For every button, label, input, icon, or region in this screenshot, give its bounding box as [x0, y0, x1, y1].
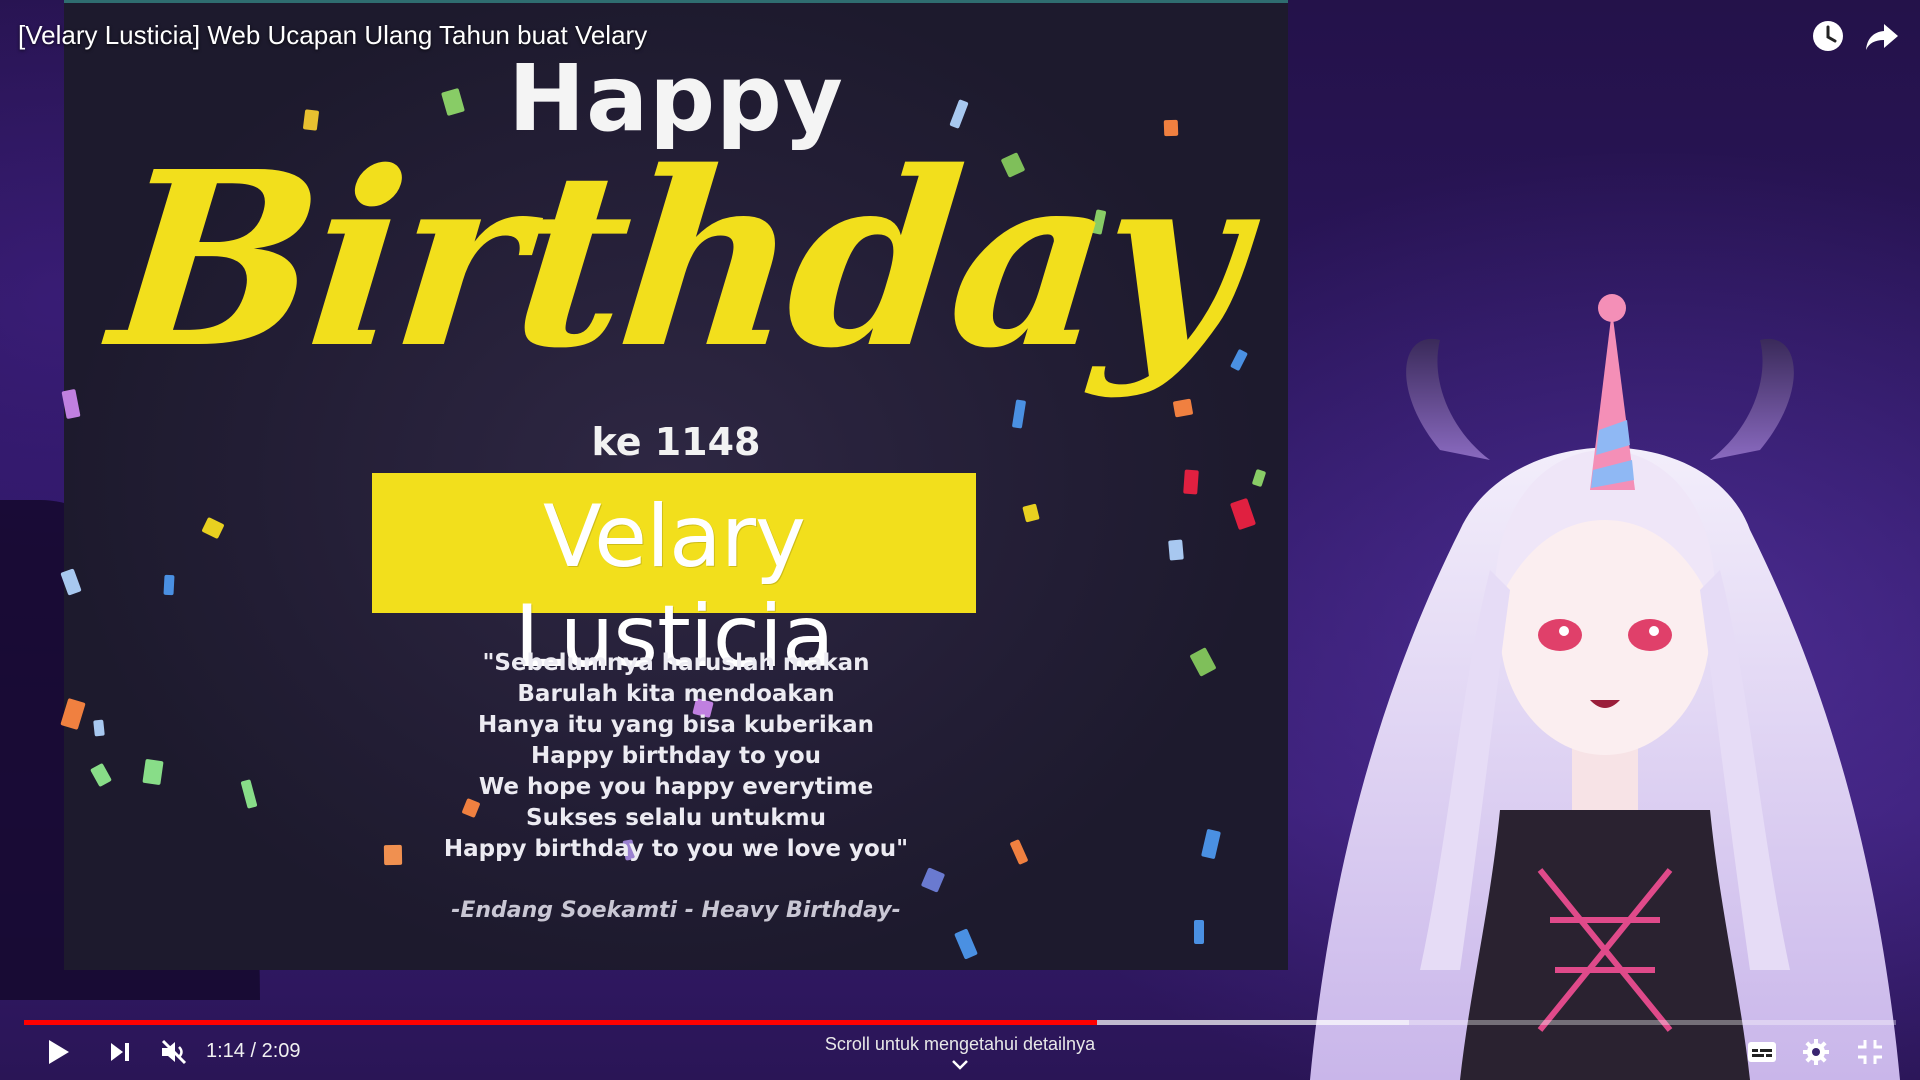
- birthday-heading: Birthday: [100, 119, 1252, 401]
- settings-icon: [1803, 1039, 1829, 1065]
- scroll-hint[interactable]: Scroll untuk mengetahui detailnya: [760, 1034, 1160, 1055]
- lyric-line: Happy birthday to you: [530, 743, 821, 769]
- current-time: 1:14: [206, 1040, 245, 1062]
- confetti-piece: [1194, 920, 1204, 944]
- exit-fullscreen-button[interactable]: [1846, 1032, 1894, 1072]
- birthday-card: Happy Birthday ke 1148 Velary Lusticia "…: [60, 0, 1288, 970]
- lyric-line: Happy birthday to you we love you": [443, 836, 909, 862]
- time-separator: /: [244, 1040, 262, 1062]
- confetti-piece: [920, 867, 946, 893]
- confetti-piece: [163, 574, 175, 596]
- duration: 2:09: [261, 1040, 301, 1062]
- progress-bar[interactable]: [24, 1020, 1896, 1025]
- confetti-piece: [60, 568, 82, 596]
- settings-button[interactable]: [1792, 1032, 1840, 1072]
- confetti-piece: [1168, 539, 1184, 561]
- video-title: [Velary Lusticia] Web Ucapan Ulang Tahun…: [18, 20, 648, 50]
- birthday-count: ke 1148: [591, 420, 761, 464]
- subtitles-icon: [1748, 1042, 1776, 1062]
- confetti-piece: [1183, 469, 1199, 495]
- watch-later-icon[interactable]: [1810, 18, 1846, 54]
- chevron-down-icon[interactable]: [950, 1058, 970, 1072]
- play-button[interactable]: [34, 1032, 82, 1072]
- share-icon[interactable]: [1864, 18, 1900, 54]
- song-credit: -Endang Soekamti - Heavy Birthday-: [451, 898, 901, 923]
- exit-fullscreen-icon: [1858, 1040, 1882, 1064]
- confetti-piece: [1229, 497, 1257, 531]
- confetti-piece: [1022, 503, 1040, 523]
- lyric-line: Hanya itu yang bisa kuberikan: [478, 712, 874, 738]
- mute-button[interactable]: [150, 1032, 198, 1072]
- lyrics-block: "Sebelumnya haruslah makan Barulah kita …: [64, 648, 1288, 865]
- confetti-piece: [201, 516, 225, 540]
- lyric-line: We hope you happy everytime: [478, 774, 874, 800]
- vtuber-avatar-illustration: [1310, 294, 1900, 1080]
- confetti-piece: [61, 388, 81, 420]
- lyric-line: "Sebelumnya haruslah makan: [482, 650, 870, 676]
- subtitles-button[interactable]: [1738, 1032, 1786, 1072]
- play-icon: [49, 1040, 69, 1064]
- panel-top-border: [64, 0, 1288, 3]
- next-icon: [111, 1043, 129, 1061]
- next-button[interactable]: [96, 1032, 144, 1072]
- confetti-piece: [1251, 468, 1267, 488]
- name-banner: Velary Lusticia: [372, 473, 976, 687]
- confetti-piece: [1172, 398, 1194, 418]
- progress-played: [24, 1020, 1097, 1025]
- time-display: 1:14 / 2:09: [206, 1040, 301, 1063]
- confetti-piece: [954, 928, 978, 960]
- lyric-line: Barulah kita mendoakan: [517, 681, 835, 707]
- lyric-line: Sukses selalu untukmu: [526, 805, 826, 831]
- mute-icon: [161, 1039, 187, 1065]
